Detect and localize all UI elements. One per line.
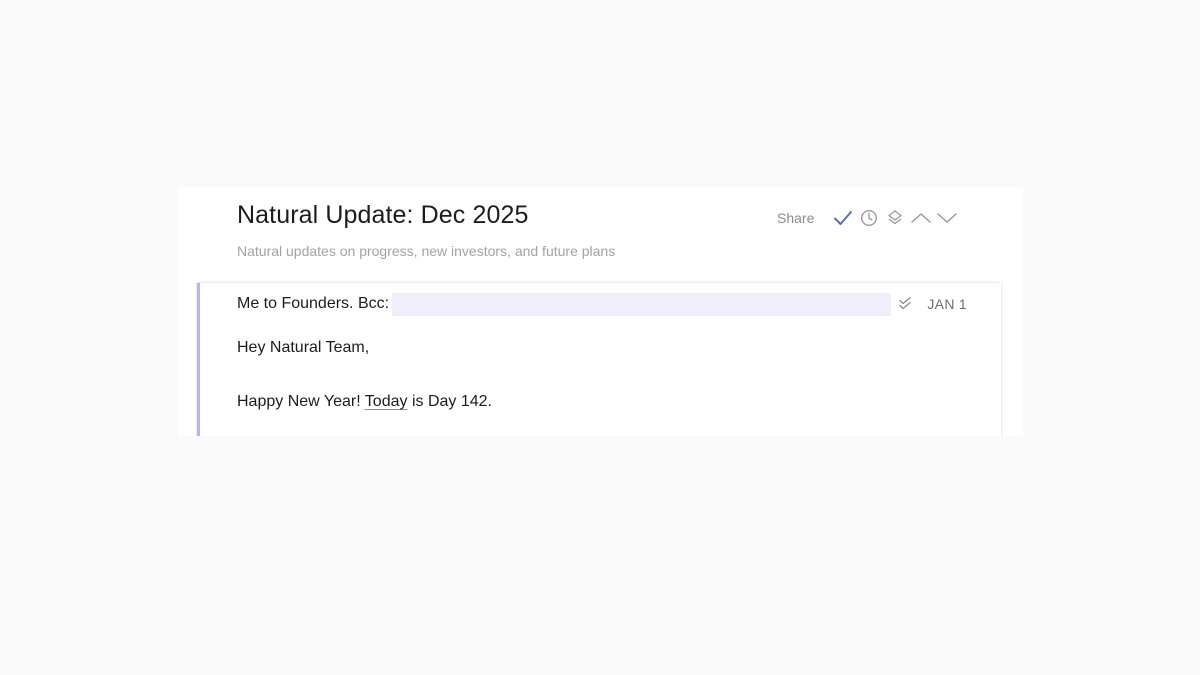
- clock-icon[interactable]: [858, 207, 880, 229]
- chevron-up-icon[interactable]: [910, 207, 932, 229]
- page-title: Natural Update: Dec 2025: [237, 201, 529, 229]
- check-icon[interactable]: [832, 207, 854, 229]
- email-date: JAN 1: [927, 296, 967, 312]
- chevron-down-icon[interactable]: [936, 207, 958, 229]
- email-card[interactable]: Me to Founders. Bcc: JAN 1 Hey Natural T…: [197, 283, 1001, 436]
- double-check-icon: [897, 296, 913, 312]
- body-text-start: Happy New Year!: [237, 393, 365, 410]
- toolbar: Share: [777, 207, 962, 229]
- bcc-input[interactable]: [392, 292, 892, 316]
- recipients-label: Me to Founders. Bcc:: [237, 295, 390, 312]
- share-button[interactable]: Share: [777, 210, 814, 226]
- email-body-line[interactable]: Happy New Year! Today is Day 142.: [237, 393, 492, 411]
- email-greeting[interactable]: Hey Natural Team,: [237, 339, 369, 357]
- today-link[interactable]: Today: [365, 393, 408, 410]
- layers-icon[interactable]: [884, 207, 906, 229]
- body-text-end: is Day 142.: [407, 393, 492, 410]
- page-subtitle: Natural updates on progress, new investo…: [237, 243, 616, 259]
- email-header: Me to Founders. Bcc: JAN 1: [237, 292, 967, 316]
- document-panel: Natural Update: Dec 2025 Natural updates…: [178, 187, 1023, 436]
